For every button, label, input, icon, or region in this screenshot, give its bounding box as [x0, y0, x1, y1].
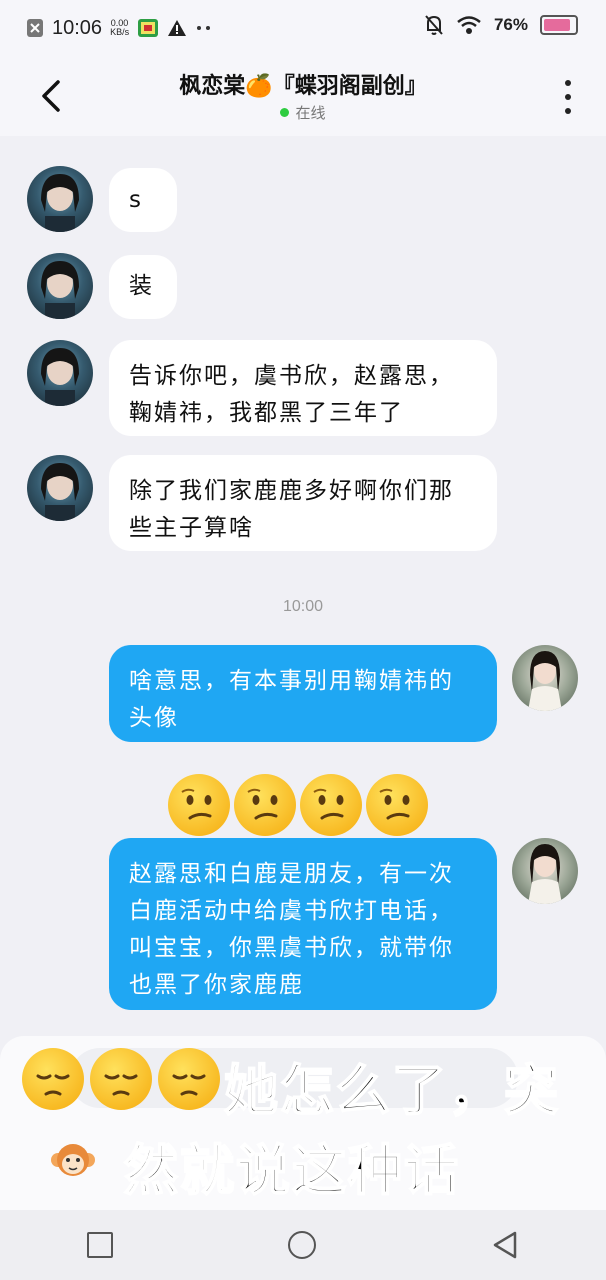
more-dots-icon: [197, 26, 211, 30]
contact-avatar[interactable]: [27, 340, 93, 406]
pensive-face-emoji: [158, 1048, 220, 1110]
chat-header: 枫恋棠🍊『蝶羽阁副创』 在线: [0, 56, 606, 136]
close-box-icon: [27, 19, 43, 37]
message-timestamp: 10:00: [282, 598, 324, 615]
battery-percent: 76%: [493, 15, 528, 34]
warning-icon: [168, 20, 187, 36]
clock: 10:06: [52, 16, 103, 39]
pensive-face-emoji: [22, 1048, 84, 1110]
contact-avatar[interactable]: [27, 455, 93, 521]
contact-avatar[interactable]: [27, 253, 93, 319]
battery-icon: [540, 15, 578, 35]
home-button[interactable]: [287, 1231, 316, 1259]
subtitle-line-2: 然就说这种话: [123, 1138, 460, 1203]
self-avatar[interactable]: [512, 645, 578, 711]
online-dot-icon: [280, 108, 290, 117]
confused-face-emoji: [300, 774, 362, 836]
emoji-reaction-row: [168, 774, 428, 836]
message-bubble-outgoing[interactable]: 赵露思和白鹿是朋友，有一次白鹿活动中给虞书欣打电话，叫宝宝，你黑虞书欣，就带你也…: [109, 838, 497, 1010]
message-bubble-incoming[interactable]: 除了我们家鹿鹿多好啊你们那些主子算啥: [109, 455, 497, 551]
system-nav-bar: [0, 1210, 606, 1280]
status-bar: 10:06 0.00 KB/s 76%: [0, 0, 606, 56]
confused-face-emoji: [366, 774, 428, 836]
monkey-face-icon: [51, 1144, 95, 1176]
chat-title[interactable]: 枫恋棠🍊『蝶羽阁副创』: [0, 68, 606, 100]
recent-apps-button[interactable]: [87, 1232, 114, 1258]
contact-avatar[interactable]: [27, 166, 93, 232]
confused-face-emoji: [168, 774, 230, 836]
confused-face-emoji: [234, 774, 296, 836]
message-bubble-outgoing[interactable]: 啥意思，有本事别用鞠婧祎的头像: [109, 645, 497, 742]
message-bubble-incoming[interactable]: 告诉你吧，虞书欣，赵露思，鞠婧祎，我都黑了三年了: [109, 340, 497, 436]
net-speed: 0.00 KB/s: [110, 18, 130, 37]
message-bubble-incoming[interactable]: s: [109, 168, 177, 232]
subtitle-line-1: 她怎么了，突: [223, 1058, 560, 1123]
message-bubble-incoming[interactable]: 装: [109, 255, 177, 319]
pensive-face-emoji: [90, 1048, 152, 1110]
wifi-icon: [457, 16, 481, 34]
online-status: 在线: [0, 102, 606, 123]
self-avatar[interactable]: [512, 838, 578, 904]
back-triangle-icon[interactable]: [491, 1230, 519, 1260]
more-menu-button[interactable]: [556, 80, 580, 114]
mute-bell-icon: [425, 15, 443, 35]
app-icon: [138, 19, 159, 37]
